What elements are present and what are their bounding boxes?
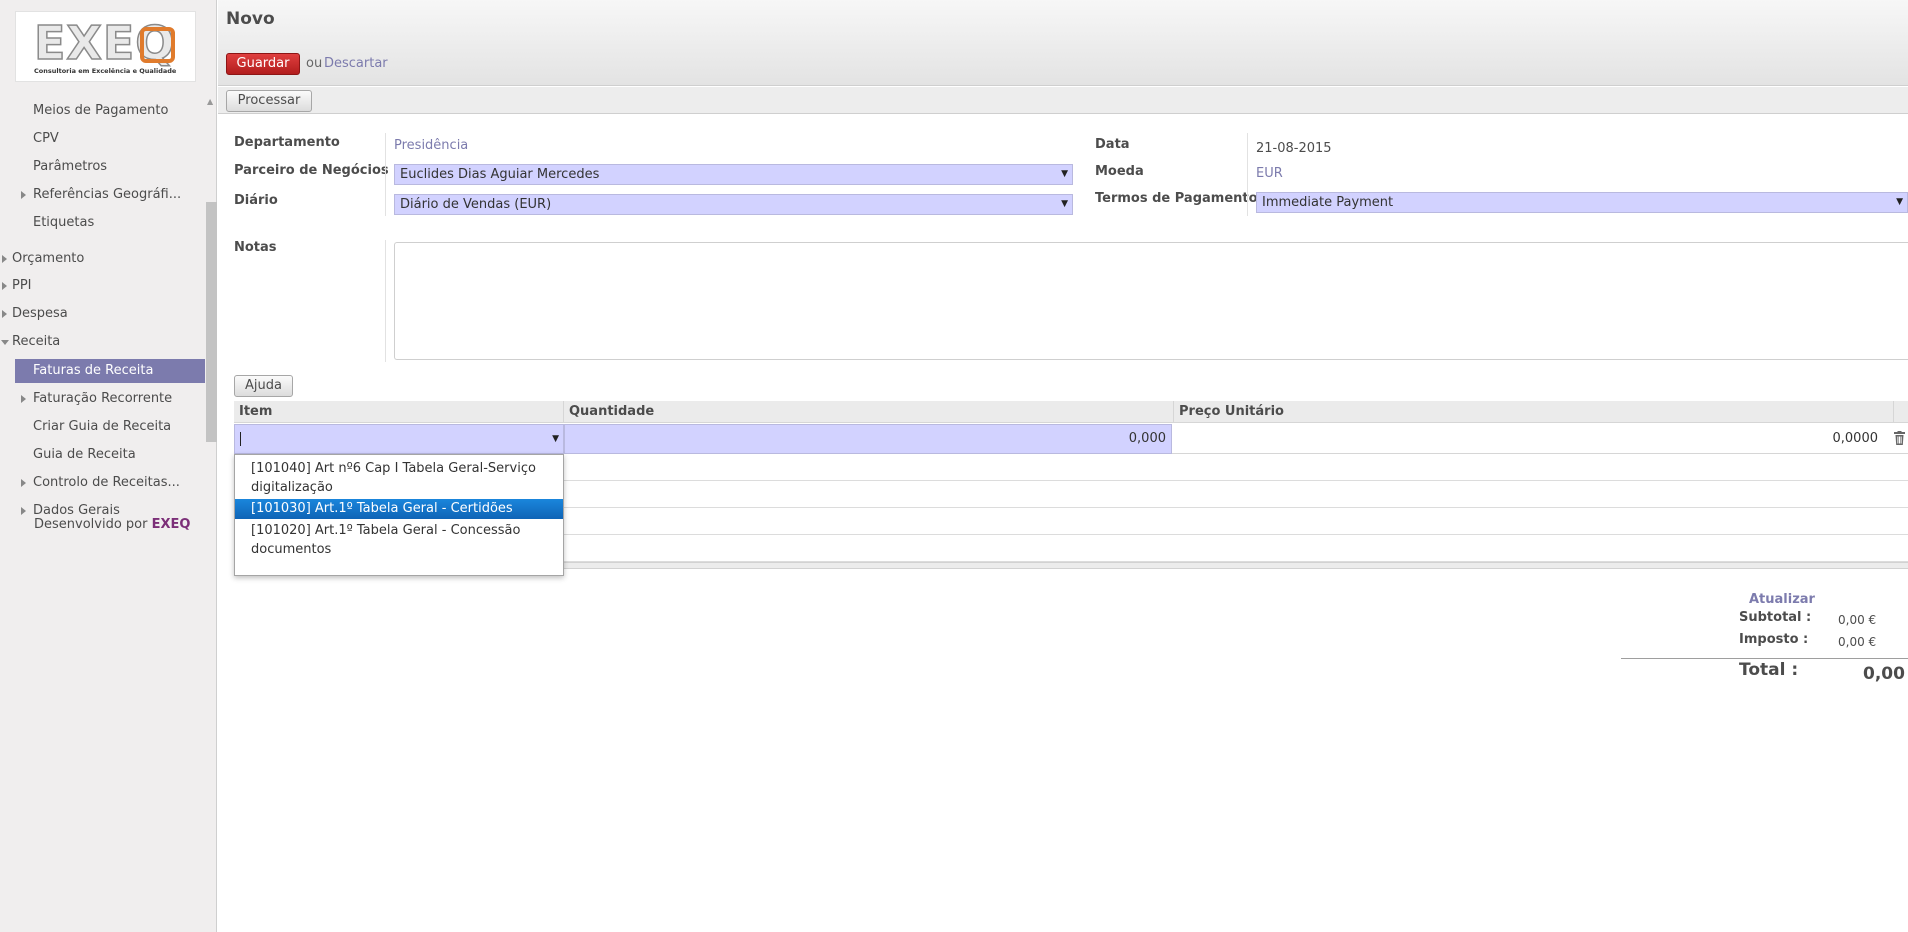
sidebar-item-guia-de-receita[interactable]: Guia de Receita [33,444,136,466]
notas-label: Notas [234,240,277,255]
chevron-down-icon[interactable]: ▼ [1061,195,1068,214]
status-bar: Processar [218,87,1908,114]
subtotal-value: 0,00 € [1838,613,1877,627]
parceiro-select[interactable]: Euclides Dias Aguiar Mercedes ▼ [394,164,1073,185]
total-label: Total : [1739,660,1799,680]
sidebar-item-criar-guia-de-receita[interactable]: Criar Guia de Receita [33,416,171,438]
termos-label: Termos de Pagamento [1095,191,1258,206]
discard-link[interactable]: Descartar [324,56,388,71]
expand-arrow-icon[interactable] [21,191,26,199]
notas-textarea[interactable] [394,242,1908,360]
dropdown-option[interactable]: [101040] Art nº6 Cap I Tabela Geral-Serv… [235,459,563,499]
dropdown-option-line: [101040] Art nº6 Cap I Tabela Geral-Serv… [251,461,536,476]
expand-arrow-icon[interactable] [2,310,7,318]
form-header: Novo Guardar ou Descartar [218,0,1908,86]
diario-value: Diário de Vendas (EUR) [400,197,552,212]
table-row[interactable] [564,535,1908,562]
diario-select[interactable]: Diário de Vendas (EUR) ▼ [394,194,1073,215]
sidebar-item-referencias-geograficas[interactable]: Referências Geográfi... [33,184,181,206]
subtotal-label: Subtotal : [1739,610,1812,625]
expand-arrow-icon[interactable] [21,395,26,403]
preco-unitario-input[interactable]: 0,0000 [1174,424,1884,454]
sidebar: EXEQ Consultoria em Excelência e Qualida… [0,0,217,932]
moeda-value: EUR [1256,166,1283,181]
sidebar-item-receita[interactable]: Receita [12,331,60,353]
page-title: Novo [226,9,275,29]
column-header-item[interactable]: Item [234,401,564,423]
total-value: 0,00 € [1863,664,1908,684]
tax-value: 0,00 € [1838,635,1877,649]
dropdown-option-line: [101020] Art.1º Tabela Geral - Concessão [251,523,521,538]
trash-icon[interactable] [1894,431,1905,445]
field-separator [385,133,386,216]
sidebar-item-despesa[interactable]: Despesa [12,303,68,325]
table-row[interactable] [564,454,1908,481]
parceiro-label: Parceiro de Negócios [234,163,389,178]
table-row[interactable] [564,481,1908,508]
logo-mark-icon [140,27,175,63]
table-row: ▼ 0,000 0,0000 [234,424,1908,454]
column-header-preco-unitario[interactable]: Preço Unitário [1174,401,1894,423]
chevron-down-icon[interactable]: ▼ [1061,165,1068,184]
sidebar-item-etiquetas[interactable]: Etiquetas [33,212,94,234]
expand-arrow-icon[interactable] [21,507,26,515]
tax-label: Imposto : [1739,632,1809,647]
data-label: Data [1095,137,1130,152]
column-header-quantidade[interactable]: Quantidade [564,401,1174,423]
chevron-down-icon[interactable]: ▼ [1896,193,1903,212]
termos-select[interactable]: Immediate Payment ▼ [1256,192,1908,213]
text-cursor [240,432,241,446]
collapse-arrow-icon[interactable] [1,340,9,345]
sidebar-scrollbar[interactable] [206,202,217,442]
update-link[interactable]: Atualizar [1749,592,1815,607]
developed-by-text: Desenvolvido por [34,517,148,532]
departamento-label: Departamento [234,135,340,150]
help-button[interactable]: Ajuda [234,375,293,397]
item-input[interactable]: ▼ [234,424,564,454]
dropdown-option[interactable]: [101020] Art.1º Tabela Geral - Concessão… [235,521,563,561]
dropdown-option-selected[interactable]: [101030] Art.1º Tabela Geral - Certidões… [235,499,563,535]
developer-link[interactable]: EXEQ [152,517,191,532]
logo-subtitle: Consultoria em Excelência e Qualidade [34,67,177,75]
totals-divider [1621,658,1908,659]
field-separator [385,240,386,362]
sidebar-item-parametros[interactable]: Parâmetros [33,156,107,178]
expand-arrow-icon[interactable] [21,479,26,487]
departamento-value: Presidência [394,138,469,153]
table-row[interactable] [564,508,1908,535]
company-logo[interactable]: EXEQ Consultoria em Excelência e Qualida… [15,11,196,82]
or-text: ou [306,56,323,71]
diario-label: Diário [234,193,278,208]
field-separator [1247,133,1248,216]
table-header: Item Quantidade Preço Unitário [234,401,1908,423]
developed-by: Desenvolvido por EXEQ [34,517,190,532]
sidebar-item-controlo-de-receitas[interactable]: Controlo de Receitas... [33,472,180,494]
quantidade-input[interactable]: 0,000 [564,424,1172,454]
scroll-up-icon[interactable]: ▲ [207,97,213,106]
dropdown-option-line: digitalização [251,480,333,495]
sidebar-item-orcamento[interactable]: Orçamento [12,248,84,270]
sidebar-item-ppi[interactable]: PPI [12,275,32,297]
expand-arrow-icon[interactable] [2,282,7,290]
expand-arrow-icon[interactable] [2,255,7,263]
moeda-label: Moeda [1095,164,1144,179]
process-button[interactable]: Processar [226,90,312,112]
dropdown-option-line: documentos [251,542,332,557]
sidebar-item-faturas-de-receita[interactable]: Faturas de Receita [15,359,205,383]
sidebar-item-cpv[interactable]: CPV [33,128,59,150]
sidebar-item-meios-de-pagamento[interactable]: Meios de Pagamento [33,100,168,122]
item-autocomplete-dropdown: [101040] Art nº6 Cap I Tabela Geral-Serv… [234,454,564,576]
parceiro-value: Euclides Dias Aguiar Mercedes [400,167,600,182]
chevron-down-icon[interactable]: ▼ [552,425,559,453]
termos-value: Immediate Payment [1262,195,1394,210]
sidebar-item-faturacao-recorrente[interactable]: Faturação Recorrente [33,388,172,410]
data-value[interactable]: 21-08-2015 [1256,141,1332,156]
save-button[interactable]: Guardar [226,53,300,75]
